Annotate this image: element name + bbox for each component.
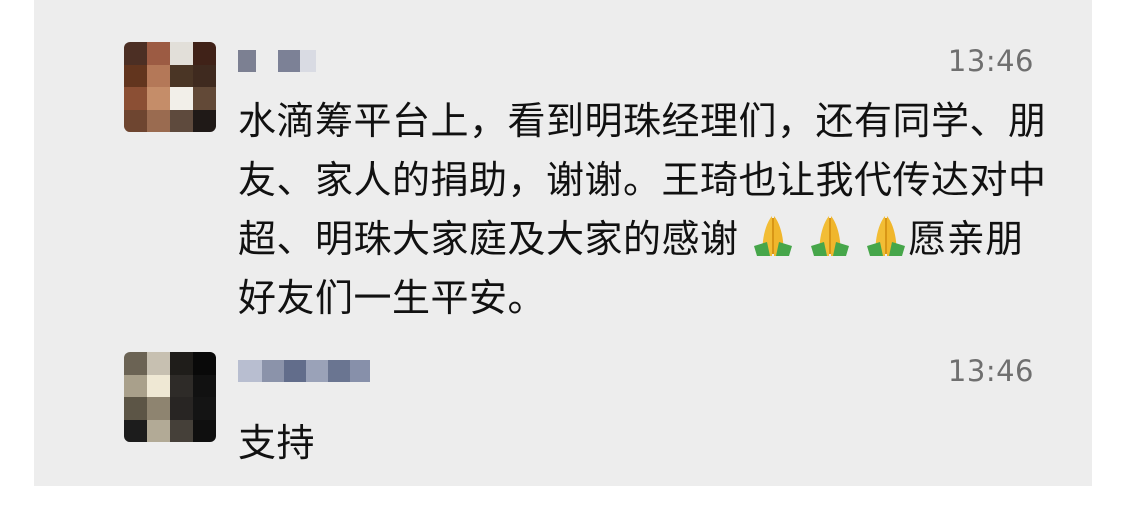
- sender-name-redacted: [238, 50, 316, 78]
- folded-hands-icon: [754, 216, 793, 256]
- folded-hands-icon: [810, 216, 849, 256]
- message-timestamp: 13:46: [947, 44, 1034, 78]
- message-text[interactable]: 水滴筹平台上，看到明珠经理们，还有同学、朋友、家人的捐助，谢谢。王琦也让我代传达…: [238, 92, 1048, 328]
- message-text[interactable]: 支持: [238, 414, 1048, 473]
- avatar[interactable]: [124, 42, 216, 132]
- message-timestamp: 13:46: [947, 354, 1034, 388]
- avatar[interactable]: [124, 352, 216, 442]
- sender-name-redacted: [238, 360, 370, 388]
- folded-hands-icon: [867, 216, 906, 256]
